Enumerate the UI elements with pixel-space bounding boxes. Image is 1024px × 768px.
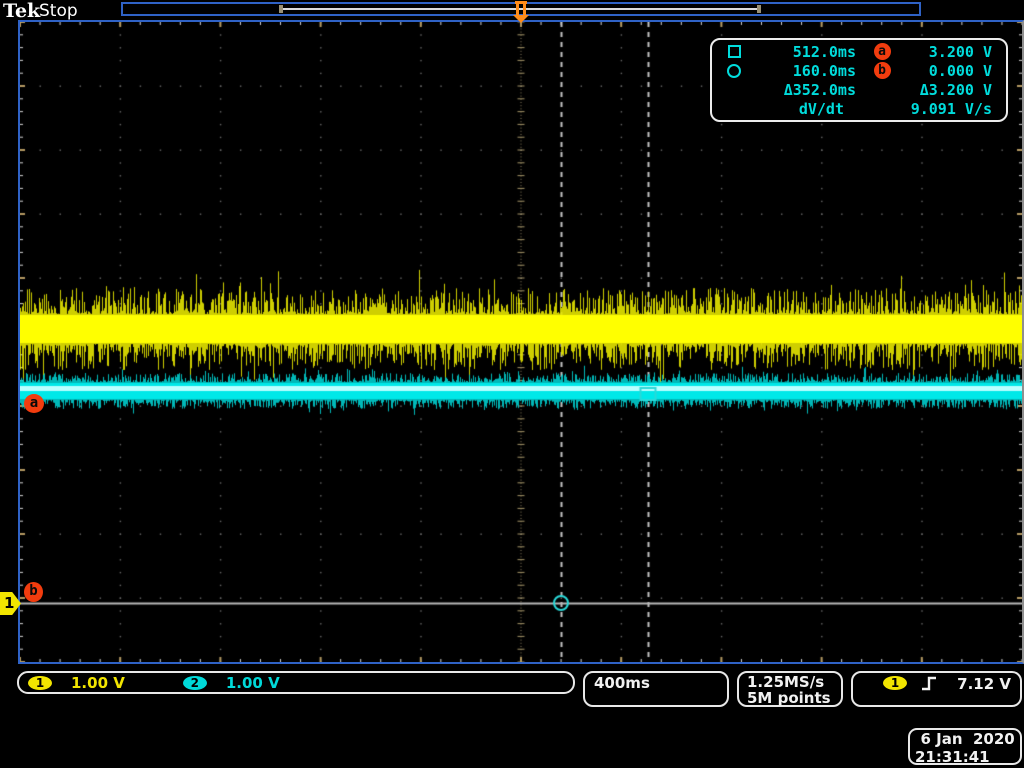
timebase-box: 400ms bbox=[583, 671, 729, 707]
acquisition-status: Stop bbox=[39, 1, 78, 21]
trigger-source-badge: 1 bbox=[883, 676, 907, 690]
ch1-badge: 1 bbox=[28, 676, 52, 690]
rising-edge-icon bbox=[921, 675, 937, 692]
tek-logo: Tek bbox=[3, 0, 40, 22]
acquisition-bracket-left bbox=[279, 5, 283, 13]
cursor-square-icon bbox=[728, 45, 741, 58]
acquisition-bracket-right bbox=[757, 5, 761, 13]
acquisition-info-box: 1.25MS/s 5M points bbox=[737, 671, 843, 707]
cursor-b-badge: b bbox=[874, 62, 891, 79]
trigger-level: 7.12 V bbox=[957, 675, 1011, 693]
trigger-down-arrow-icon bbox=[513, 15, 529, 23]
trigger-position-icon bbox=[513, 1, 529, 24]
cursor-a-voltage: 3.200 V bbox=[908, 43, 1006, 61]
cursor-square-time: 512.0ms bbox=[756, 43, 856, 61]
cursor-b-voltage: 0.000 V bbox=[908, 62, 1006, 80]
cursor-delta-voltage: Δ3.200 V bbox=[908, 81, 1006, 99]
record-length: 5M points bbox=[747, 690, 833, 706]
sample-rate: 1.25MS/s bbox=[747, 674, 833, 690]
cursor-delta-time: Δ352.0ms bbox=[756, 81, 856, 99]
cursor-readout-box: 512.0ms a 3.200 V 160.0ms b 0.000 V Δ352… bbox=[710, 38, 1008, 122]
dvdt-value: 9.091 V/s bbox=[908, 100, 1006, 118]
cursor-a-level-marker: a bbox=[24, 394, 44, 413]
time-text: 21:31:41 bbox=[913, 748, 1017, 766]
trigger-info-box: 1 7.12 V bbox=[851, 671, 1022, 707]
ch1-scale: 1.00 V bbox=[71, 674, 125, 692]
cursor-circle-time: 160.0ms bbox=[756, 62, 856, 80]
cursor-a-badge: a bbox=[874, 43, 891, 60]
trigger-bar-left bbox=[516, 4, 519, 15]
channel-scales-box: 1 1.00 V 2 1.00 V bbox=[17, 671, 575, 694]
timebase-value: 400ms bbox=[594, 674, 718, 692]
trigger-bar-right bbox=[523, 4, 526, 15]
scope-screen: Tek Stop a b 1 512.0ms a 3.200 V 160.0ms… bbox=[0, 0, 1024, 768]
datetime-box: 6 Jan 2020 21:31:41 bbox=[908, 728, 1022, 765]
ch2-badge: 2 bbox=[183, 676, 207, 690]
ch2-scale: 1.00 V bbox=[226, 674, 280, 692]
dvdt-label: dV/dt bbox=[756, 100, 856, 118]
cursor-circle-icon bbox=[727, 64, 741, 78]
date-text: 6 Jan 2020 bbox=[913, 730, 1017, 748]
cursor-b-level-marker: b bbox=[24, 582, 43, 602]
